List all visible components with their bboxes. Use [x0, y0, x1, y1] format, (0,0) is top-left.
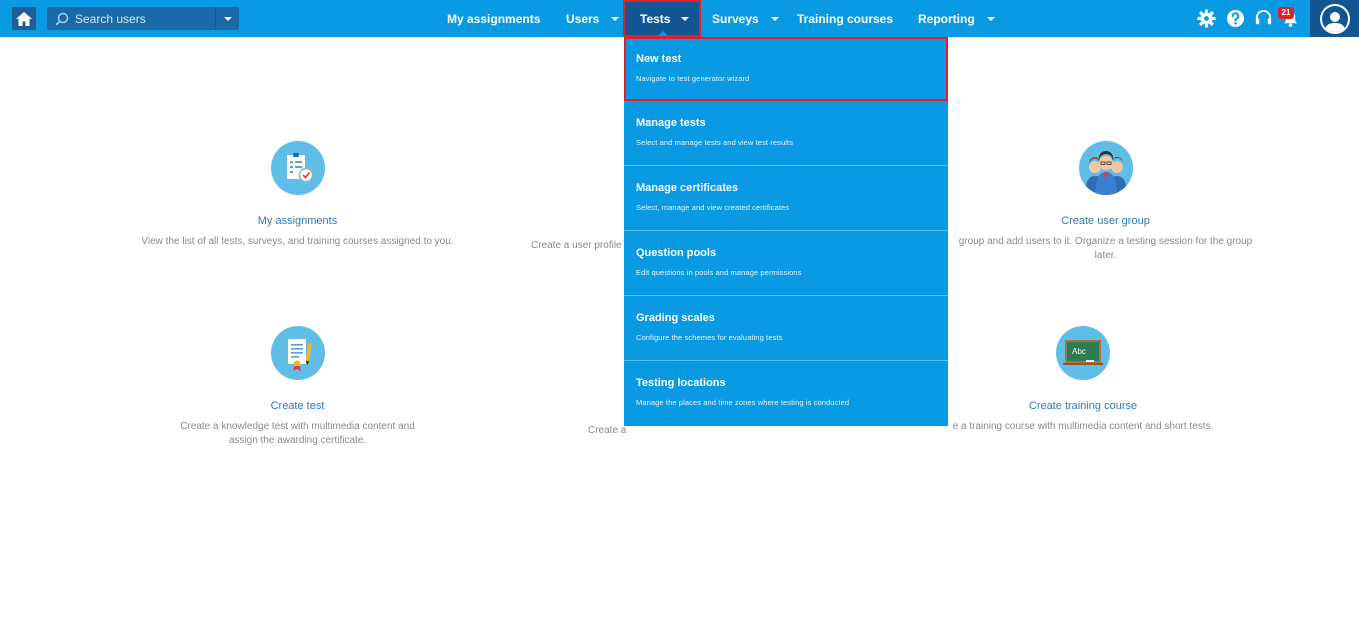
menu-item-subtitle: Select, manage and view created certific…: [636, 203, 790, 212]
menu-item-title: Grading scales: [636, 312, 715, 324]
chevron-down-icon: [611, 16, 620, 21]
card-create-survey[interactable]: Create a: [588, 416, 627, 438]
menu-item-subtitle: Configure the schemes for evaluating tes…: [636, 333, 783, 342]
menu-item-subtitle: Manage the places and time zones where t…: [636, 398, 850, 407]
home-icon: [16, 11, 32, 26]
help-icon[interactable]: [1226, 9, 1245, 28]
tests-dropdown-menu: New test Navigate to test generator wiza…: [624, 37, 948, 426]
nav-label: Reporting: [918, 11, 975, 26]
card-create-test[interactable]: Create test Create a knowledge test with…: [170, 326, 425, 448]
chevron-down-icon: [223, 16, 232, 21]
search-box: [47, 7, 215, 30]
user-group-icon: [1078, 141, 1133, 195]
chevron-down-icon: [681, 16, 690, 21]
menu-item-subtitle: Select and manage tests and view test re…: [636, 138, 794, 147]
svg-text:Abc: Abc: [1072, 347, 1086, 356]
nav-surveys[interactable]: Surveys: [712, 0, 779, 37]
menu-item-title: Manage tests: [636, 117, 706, 129]
card-create-user-group[interactable]: Create user group group and add users to…: [948, 141, 1263, 263]
card-title[interactable]: Create test: [170, 400, 425, 412]
home-button[interactable]: [12, 7, 36, 30]
nav-label: Training courses: [797, 11, 894, 26]
card-my-assignments[interactable]: My assignments View the list of all test…: [130, 141, 465, 249]
nav-training-courses[interactable]: Training courses: [797, 0, 893, 37]
search-filter-dropdown[interactable]: [215, 7, 239, 30]
card-description: Create a knowledge test with multimedia …: [180, 421, 415, 446]
notification-badge: 21: [1278, 7, 1294, 19]
menu-item-new-test[interactable]: New test Navigate to test generator wiza…: [624, 37, 948, 101]
nav-label: Tests: [640, 11, 671, 26]
nav-my-assignments[interactable]: My assignments: [447, 0, 540, 37]
user-avatar-icon: [1319, 3, 1350, 34]
card-description: Create a: [588, 425, 627, 436]
chevron-down-icon: [986, 16, 995, 21]
dropdown-pointer: [658, 31, 668, 36]
menu-item-grading-scales[interactable]: Grading scales Configure the schemes for…: [624, 296, 948, 361]
top-navigation-bar: My assignments Users Tests Surveys Train…: [0, 0, 1359, 37]
menu-item-title: Testing locations: [636, 377, 726, 389]
nav-reporting[interactable]: Reporting: [918, 0, 995, 37]
menu-item-title: New test: [636, 53, 682, 65]
gear-icon[interactable]: [1197, 9, 1216, 28]
card-description: group and add users to it. Organize a te…: [958, 236, 1253, 261]
search-icon: [55, 12, 69, 25]
card-title[interactable]: My assignments: [130, 215, 465, 227]
menu-item-testing-locations[interactable]: Testing locations Manage the places and …: [624, 361, 948, 426]
card-description: e a training course with multimedia cont…: [952, 421, 1214, 432]
card-title[interactable]: Create user group: [948, 215, 1263, 227]
menu-item-title: Manage certificates: [636, 182, 739, 194]
menu-item-subtitle: Edit questions in pools and manage permi…: [636, 268, 802, 277]
chevron-down-icon: [770, 16, 779, 21]
card-description: Create a user profile: [531, 240, 622, 251]
headset-icon[interactable]: [1254, 9, 1273, 28]
create-test-icon: [270, 326, 325, 380]
card-description: View the list of all tests, surveys, and…: [141, 236, 454, 247]
nav-label: Surveys: [712, 11, 759, 26]
card-create-training-course[interactable]: Abc Create training course e a training …: [948, 326, 1218, 434]
menu-item-manage-tests[interactable]: Manage tests Select and manage tests and…: [624, 101, 948, 166]
menu-item-manage-certificates[interactable]: Manage certificates Select, manage and v…: [624, 166, 948, 231]
card-title[interactable]: Create training course: [948, 400, 1218, 412]
nav-label: My assignments: [447, 11, 541, 26]
assignments-icon: [270, 141, 325, 195]
nav-label: Users: [566, 11, 600, 26]
nav-users[interactable]: Users: [566, 0, 620, 37]
user-menu-button[interactable]: [1310, 0, 1359, 37]
training-course-icon: Abc: [1056, 326, 1110, 380]
card-create-user[interactable]: Create a user profile: [531, 231, 624, 253]
menu-item-subtitle: Navigate to test generator wizard: [636, 74, 750, 83]
menu-item-title: Question pools: [636, 247, 717, 259]
nav-tests[interactable]: Tests: [623, 0, 702, 37]
search-input[interactable]: [75, 8, 205, 29]
menu-item-question-pools[interactable]: Question pools Edit questions in pools a…: [624, 231, 948, 296]
